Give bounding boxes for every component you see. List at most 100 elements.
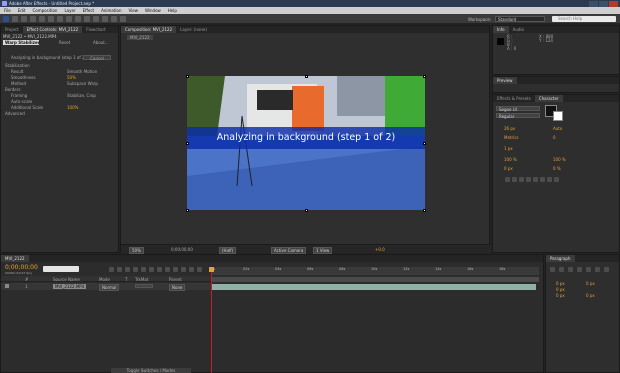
maximize-button[interactable] — [599, 0, 608, 7]
vertical-scale-value[interactable]: 100 % — [504, 157, 517, 162]
timeline-switch-button[interactable] — [173, 267, 178, 272]
composition-breadcrumb[interactable]: MVI_2122 — [127, 35, 153, 40]
tab-project[interactable]: Project — [1, 26, 23, 33]
tab-info[interactable]: Info — [493, 26, 509, 33]
layer-name[interactable]: MVI_2122.MP4 — [53, 283, 87, 289]
menu-edit[interactable]: Edit — [18, 7, 26, 14]
timeline-switch-button[interactable] — [109, 267, 114, 272]
effect-param-stabilization[interactable]: Stabilization — [5, 63, 30, 68]
workspace-select[interactable]: Standard — [495, 16, 545, 22]
effect-param-advanced[interactable]: Advanced — [5, 111, 25, 116]
timeline-switch-button[interactable] — [133, 267, 138, 272]
effect-param-value[interactable]: Stabilize, Crop — [67, 93, 96, 98]
indent-first-value[interactable]: 0 px — [556, 287, 565, 292]
text-style-button[interactable] — [519, 177, 524, 182]
effect-param-borders[interactable]: Borders — [5, 87, 21, 92]
menu-help[interactable]: Help — [168, 7, 177, 14]
stroke-width-value[interactable]: 1 px — [504, 146, 513, 151]
rectangle-tool-icon[interactable] — [57, 16, 63, 22]
layer-row[interactable]: 1 MVI_2122.MP4 Normal None — [1, 283, 211, 291]
roto-brush-tool-icon[interactable] — [111, 16, 117, 22]
indent-left-value[interactable]: 0 px — [556, 281, 565, 286]
font-style-select[interactable]: Regular — [496, 113, 540, 119]
rotate-tool-icon[interactable] — [30, 16, 36, 22]
text-style-button[interactable] — [526, 177, 531, 182]
zoom-tool-icon[interactable] — [21, 16, 27, 22]
timeline-switch-button[interactable] — [149, 267, 154, 272]
menu-layer[interactable]: Layer — [64, 7, 75, 14]
time-ruler[interactable]: 0s02s04s06s08s10s12s14s16s18s — [211, 267, 539, 275]
close-button[interactable] — [609, 0, 618, 7]
timeline-switch-button[interactable] — [125, 267, 130, 272]
selection-tool-icon[interactable] — [3, 16, 9, 22]
effect-param-framing[interactable]: Framing — [11, 93, 27, 98]
layer-transform-handle[interactable] — [423, 75, 426, 78]
font-size-value[interactable]: 26 px — [504, 126, 515, 131]
layer-transform-handle[interactable] — [423, 209, 426, 212]
effect-param-additional-scale[interactable]: Additional Scale — [11, 105, 43, 110]
menu-file[interactable]: File — [4, 7, 11, 14]
layer-transform-handle[interactable] — [186, 142, 189, 145]
paragraph-align-button[interactable] — [568, 267, 573, 272]
paragraph-align-button[interactable] — [550, 267, 555, 272]
about-link[interactable]: About... — [93, 40, 109, 45]
tab-effects-presets[interactable]: Effects & Presets — [493, 95, 535, 102]
font-family-select[interactable]: Segoe UI — [496, 106, 540, 112]
views-layout-select[interactable]: 1 View — [313, 247, 333, 254]
effect-param-method[interactable]: Method — [11, 81, 26, 86]
layer-transform-handle[interactable] — [305, 75, 308, 78]
toggle-switches-modes-button[interactable]: Toggle Switches / Modes — [111, 368, 191, 373]
tsume-value[interactable]: 0 % — [553, 166, 561, 171]
layer-trkmat-select[interactable] — [135, 284, 153, 288]
paragraph-align-button[interactable] — [604, 267, 609, 272]
tab-layer[interactable]: Layer: (none) — [176, 26, 211, 33]
tab-audio[interactable]: Audio — [509, 26, 528, 33]
indent-right-value[interactable]: 0 px — [586, 281, 595, 286]
timeline-timecode[interactable]: 0;00;00;00 — [5, 264, 38, 271]
layer-transform-handle[interactable] — [186, 75, 189, 78]
tab-flowchart[interactable]: Flowchart — [82, 26, 110, 33]
text-style-button[interactable] — [512, 177, 517, 182]
space-after-value[interactable]: 0 px — [586, 293, 595, 298]
puppet-tool-icon[interactable] — [120, 16, 126, 22]
menu-effect[interactable]: Effect — [83, 7, 95, 14]
eraser-tool-icon[interactable] — [102, 16, 108, 22]
effect-param-value[interactable]: 100% — [67, 105, 78, 110]
hand-tool-icon[interactable] — [12, 16, 18, 22]
space-before-value[interactable]: 0 px — [556, 293, 565, 298]
tracking-value[interactable]: 0 — [553, 135, 556, 140]
effect-name[interactable]: Warp Stabilizer — [3, 40, 40, 45]
view-select[interactable]: Active Camera — [271, 247, 307, 254]
menu-window[interactable]: Window — [145, 7, 161, 14]
tab-paragraph[interactable]: Paragraph — [546, 255, 575, 262]
paragraph-align-button[interactable] — [586, 267, 591, 272]
layer-transform-handle[interactable] — [423, 142, 426, 145]
layer-transform-handle[interactable] — [186, 209, 189, 212]
menu-view[interactable]: View — [129, 7, 139, 14]
kerning-value[interactable]: Metrics — [504, 135, 519, 140]
layer-mode-select[interactable]: Normal — [99, 284, 120, 291]
magnification-select[interactable]: 50% — [129, 247, 144, 254]
current-time-handle[interactable] — [209, 267, 214, 272]
effect-param-smoothness[interactable]: Smoothness — [11, 75, 36, 80]
text-tool-icon[interactable] — [75, 16, 81, 22]
text-style-button[interactable] — [554, 177, 559, 182]
exposure-value[interactable]: +0.0 — [375, 247, 385, 252]
layer-parent-select[interactable]: None — [169, 284, 186, 291]
layer-transform-handle[interactable] — [305, 209, 308, 212]
tab-character[interactable]: Character — [534, 95, 563, 102]
search-help-input[interactable]: Search Help — [552, 16, 616, 22]
baseline-shift-value[interactable]: 0 px — [504, 166, 513, 171]
camera-tool-icon[interactable] — [39, 16, 45, 22]
minimize-button[interactable] — [589, 0, 598, 7]
pan-behind-tool-icon[interactable] — [48, 16, 54, 22]
reset-link[interactable]: Reset — [59, 40, 70, 45]
stroke-color-swatch[interactable] — [553, 111, 563, 121]
current-time-indicator[interactable] — [211, 267, 212, 373]
leading-value[interactable]: Auto — [553, 126, 562, 131]
paragraph-align-button[interactable] — [577, 267, 582, 272]
text-style-button[interactable] — [533, 177, 538, 182]
tab-effect-controls[interactable]: Effect Controls: MVI_2122 — [22, 26, 83, 33]
effect-param-value[interactable]: Subspace Warp — [67, 81, 98, 86]
timeline-switch-button[interactable] — [165, 267, 170, 272]
